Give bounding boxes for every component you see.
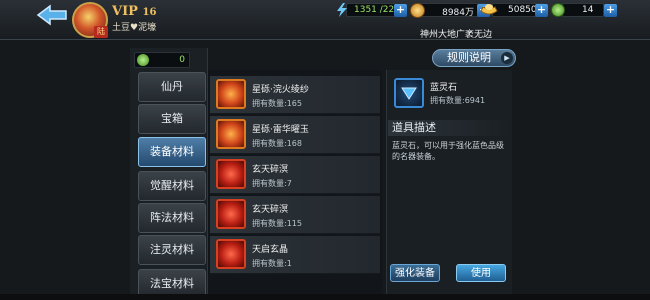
list-item[interactable]: 玄天碎溟 拥有数量:115 (210, 196, 380, 234)
category-tab-elixir[interactable]: 仙丹 (138, 72, 206, 102)
add-jade-button[interactable]: + (604, 4, 617, 17)
item-description: 蓝灵石，可以用于强化蓝色品级的名器装备。 (392, 141, 504, 161)
description-heading: 道具描述 (388, 120, 510, 136)
rules-button[interactable]: 规则说明 ▶ (432, 49, 516, 67)
category-tab-equipment-materials[interactable]: 装备材料 (138, 137, 206, 167)
vip-label: VIP 16 (112, 4, 156, 19)
detail-item-count: 拥有数量:6941 (430, 96, 486, 105)
shard-icon (216, 199, 246, 229)
crystal-icon (216, 239, 246, 269)
category-tab-chest[interactable]: 宝箱 (138, 104, 206, 134)
jade-icon (551, 3, 565, 17)
enhance-equipment-button[interactable]: 强化装备 (390, 264, 440, 282)
blue-gem-icon (394, 78, 424, 108)
gold-ingot-icon (480, 3, 498, 22)
item-count: 拥有数量:1 (252, 259, 292, 268)
item-count: 拥有数量:7 (252, 179, 292, 188)
shard-icon (216, 159, 246, 189)
coins-value: 8984万 (442, 8, 474, 18)
item-name: 天启玄晶 (252, 245, 289, 255)
vip-level: 16 (142, 7, 157, 18)
category-tab-awakening-materials[interactable]: 觉醒材料 (138, 171, 206, 201)
item-name: 星砾·浣火绫纱 (252, 85, 309, 95)
thunder-gem-icon (216, 119, 246, 149)
currency-value: 0 (179, 55, 185, 65)
list-item[interactable]: 天启玄晶 拥有数量:1 (210, 236, 380, 274)
use-button[interactable]: 使用 (456, 264, 506, 282)
lightning-icon (334, 2, 350, 22)
category-tab-spirit-materials[interactable]: 注灵材料 (138, 235, 206, 265)
avatar-badge: 陆 (94, 26, 108, 38)
list-item[interactable]: 星砾·雷华曜玉 拥有数量:168 (210, 116, 380, 154)
gold-value: 50850 (508, 5, 537, 15)
category-tab-treasure-materials[interactable]: 法宝材料 (138, 269, 206, 297)
jade-small-icon (137, 54, 149, 66)
jade-value: 14 (582, 5, 594, 15)
play-arrow-icon: ▶ (501, 52, 513, 64)
item-count: 拥有数量:115 (252, 219, 302, 228)
item-name: 玄天碎溟 (252, 165, 289, 175)
item-name: 星砾·雷华曜玉 (252, 125, 309, 135)
detail-item-name: 蓝灵石 (430, 83, 458, 93)
rules-label: 规则说明 (447, 51, 491, 64)
item-count: 拥有数量:165 (252, 99, 302, 108)
item-count: 拥有数量:168 (252, 139, 302, 148)
fire-gem-icon (216, 79, 246, 109)
currency-box: 0 (134, 52, 190, 68)
vip-text: VIP (112, 4, 138, 19)
coin-icon (410, 3, 425, 18)
category-tab-formation-materials[interactable]: 阵法材料 (138, 203, 206, 233)
list-item[interactable]: 星砾·浣火绫纱 拥有数量:165 (210, 76, 380, 114)
add-gold-button[interactable]: + (535, 4, 548, 17)
item-name: 玄天碎溟 (252, 205, 289, 215)
bottom-bar (0, 294, 650, 300)
item-list: 星砾·浣火绫纱 拥有数量:165 星砾·雷华曜玉 拥有数量:168 玄天碎溟 拥… (208, 70, 382, 300)
back-arrow-icon[interactable] (36, 4, 68, 26)
scroll-banner: 神州大地广袤无边 (420, 30, 493, 40)
list-item[interactable]: 玄天碎溟 拥有数量:7 (210, 156, 380, 194)
player-name: 土豆♥泥壕 (112, 23, 157, 33)
add-stamina-button[interactable]: + (394, 4, 407, 17)
